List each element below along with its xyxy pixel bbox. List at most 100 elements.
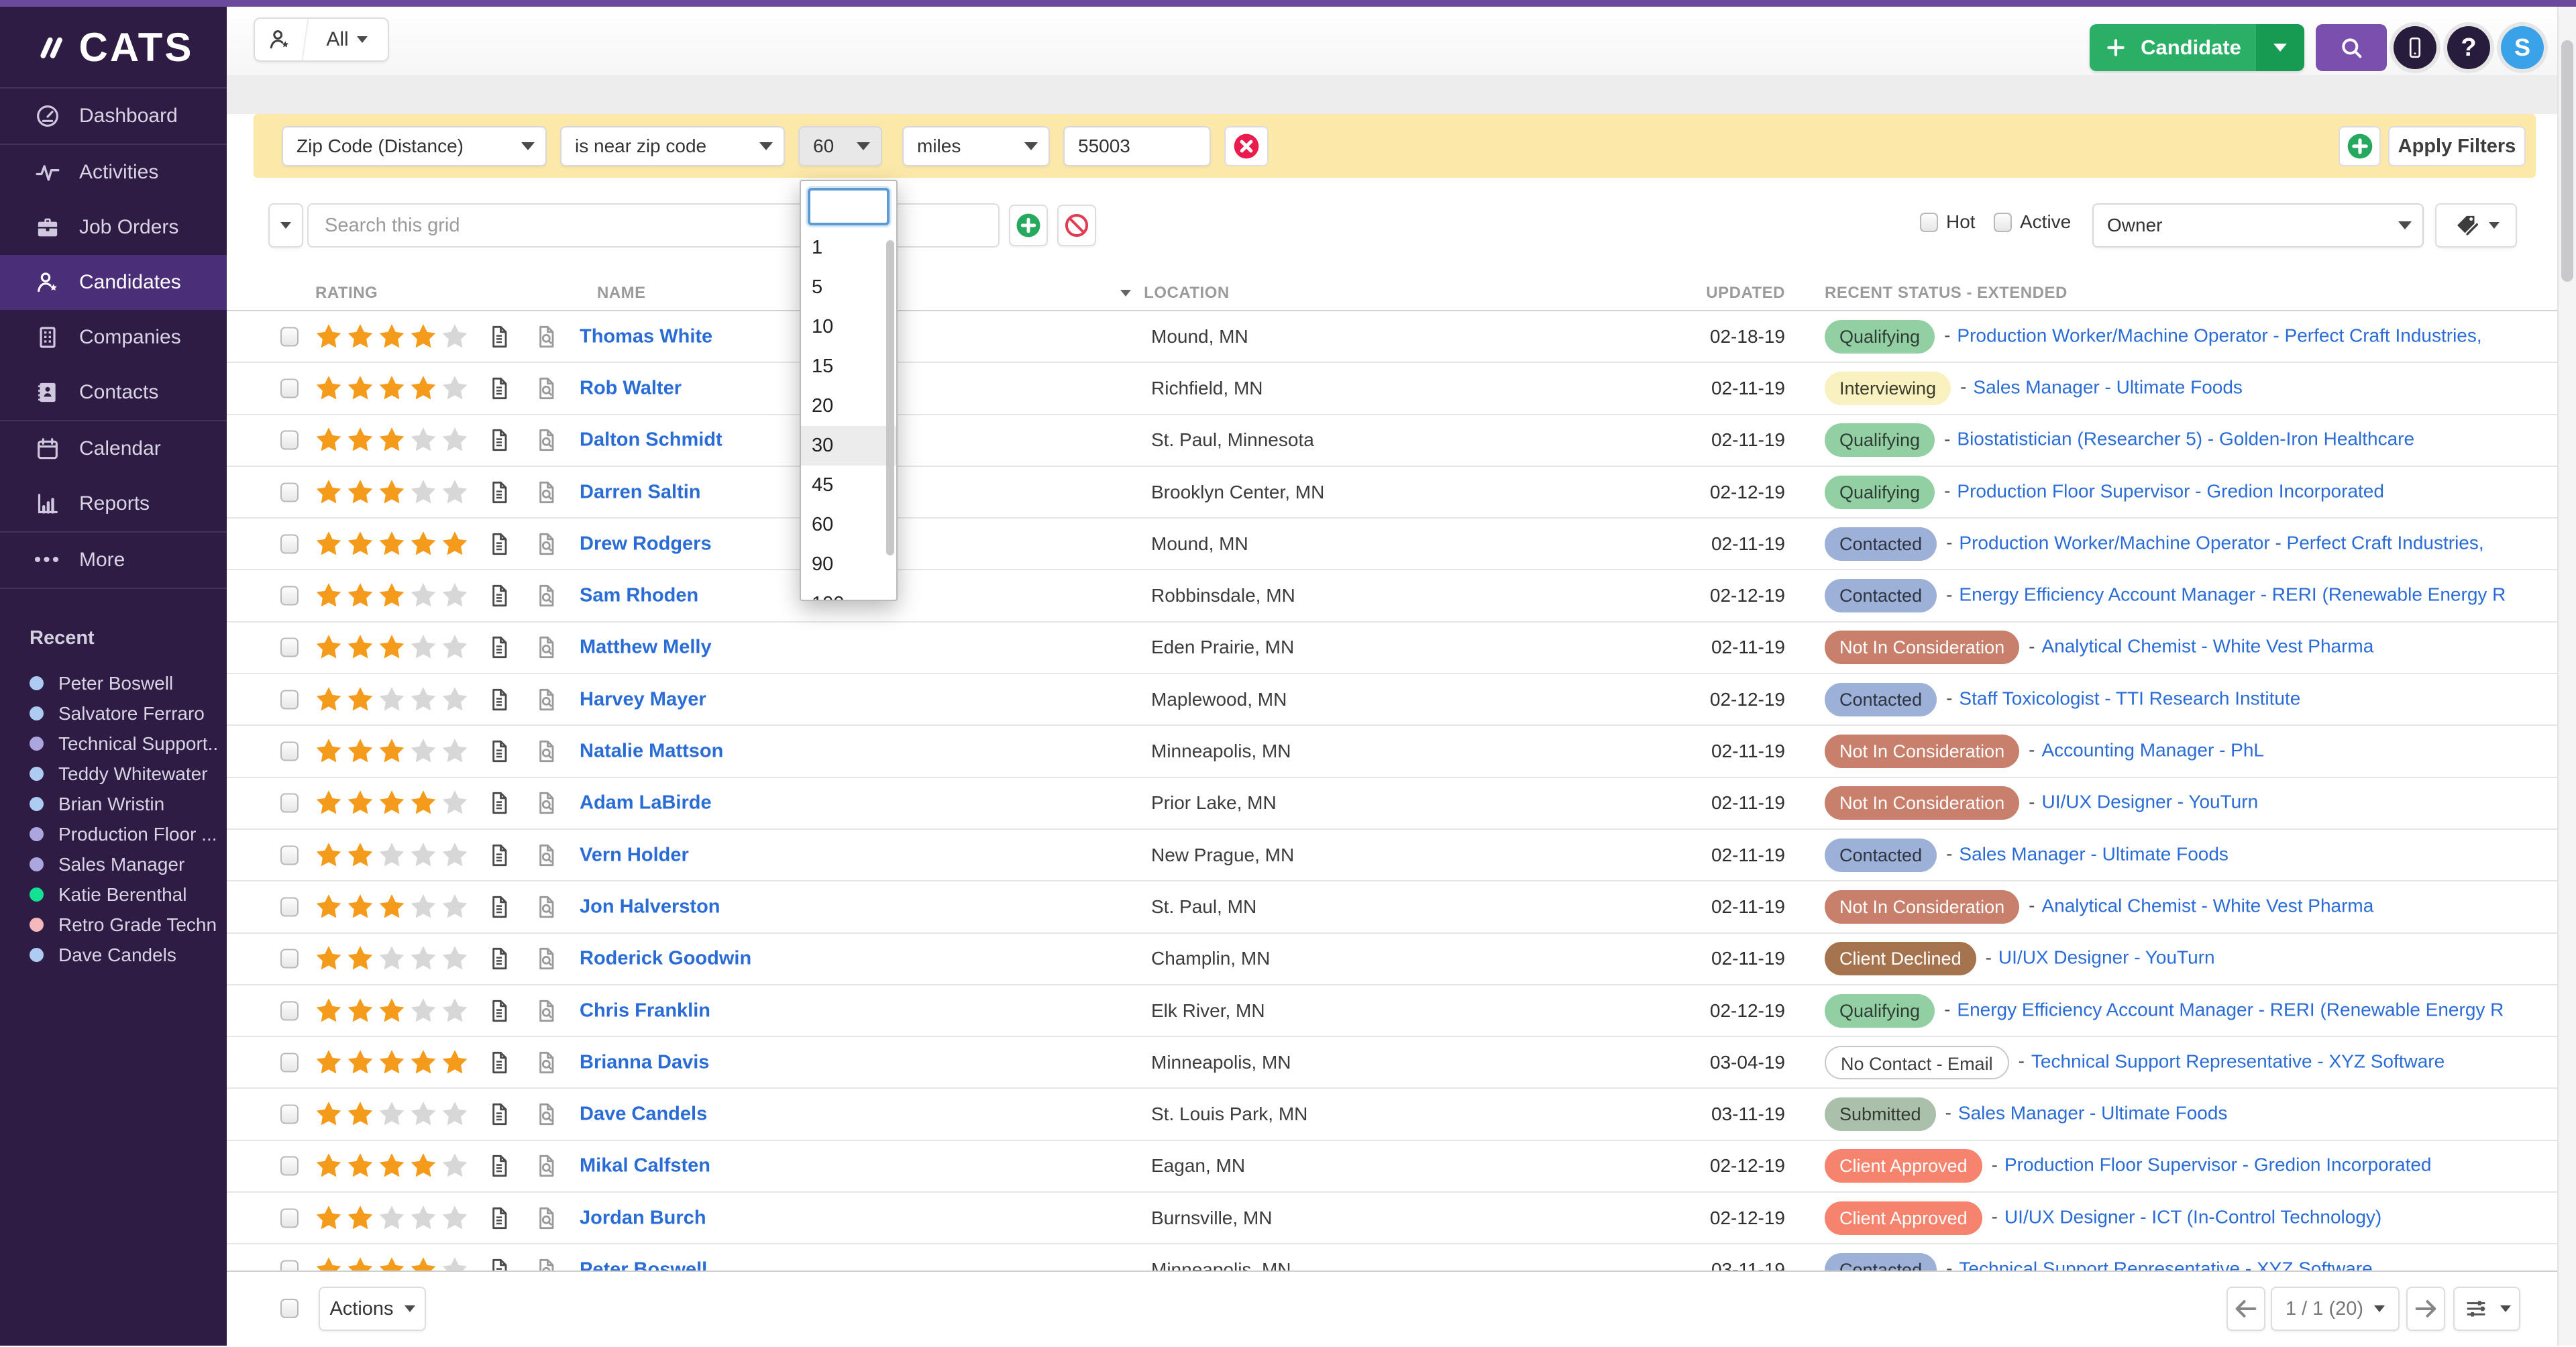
column-header-status[interactable]: RECENT STATUS - EXTENDED — [1825, 284, 2068, 303]
recent-item[interactable]: Production Floor ... — [30, 819, 217, 849]
resume-preview-icon[interactable] — [533, 842, 559, 869]
resume-preview-icon[interactable] — [533, 738, 559, 765]
recent-item[interactable]: Dave Candels — [30, 940, 217, 970]
pipeline-link[interactable]: Sales Manager - Ultimate Foods — [1958, 1102, 2228, 1123]
add-candidate-dropdown[interactable] — [2256, 24, 2304, 71]
distance-option-20[interactable]: 20 — [801, 386, 896, 426]
row-checkbox[interactable] — [280, 534, 299, 553]
page-indicator-dropdown[interactable]: 1 / 1 (20) — [2271, 1287, 2400, 1331]
rating-stars[interactable] — [314, 374, 470, 403]
hot-checkbox-box[interactable] — [1920, 213, 1938, 232]
resume-icon[interactable] — [486, 738, 513, 765]
row-checkbox[interactable] — [280, 431, 299, 450]
candidate-name-link[interactable]: Roderick Goodwin — [580, 948, 751, 970]
active-checkbox-box[interactable] — [1994, 213, 2012, 232]
sidebar-item-candidates[interactable]: Candidates — [0, 255, 227, 310]
column-header-rating[interactable]: RATING — [315, 284, 378, 303]
distance-option-30[interactable]: 30 — [801, 426, 896, 466]
resume-preview-icon[interactable] — [533, 479, 559, 506]
pipeline-link[interactable]: Production Worker/Machine Operator - Per… — [1957, 325, 2481, 345]
candidate-name-link[interactable]: Natalie Mattson — [580, 741, 723, 763]
mobile-app-button[interactable] — [2394, 26, 2436, 69]
recent-item[interactable]: Technical Support... — [30, 729, 217, 759]
recent-item[interactable]: Peter Boswell — [30, 668, 217, 698]
candidate-name-link[interactable]: Vern Holder — [580, 844, 689, 866]
pipeline-link[interactable]: Production Worker/Machine Operator - Per… — [1959, 532, 2483, 553]
previous-page-button[interactable] — [2226, 1287, 2265, 1331]
pipeline-link[interactable]: Analytical Chemist - White Vest Pharma — [2041, 636, 2373, 657]
candidate-name-link[interactable]: Drew Rodgers — [580, 533, 712, 555]
recent-item[interactable]: Sales Manager — [30, 849, 217, 879]
resume-preview-icon[interactable] — [533, 582, 559, 609]
rating-stars[interactable] — [314, 529, 470, 559]
row-checkbox[interactable] — [280, 482, 299, 502]
dropdown-scrollbar-thumb[interactable] — [886, 240, 894, 555]
candidate-name-link[interactable]: Dalton Schmidt — [580, 429, 722, 451]
pipeline-link[interactable]: UI/UX Designer - ICT (In-Control Technol… — [2004, 1206, 2381, 1227]
grid-clear-search-button[interactable] — [1057, 205, 1096, 246]
help-button[interactable]: ? — [2447, 26, 2490, 69]
candidate-name-link[interactable]: Chris Franklin — [580, 1000, 710, 1022]
candidate-name-link[interactable]: Darren Saltin — [580, 481, 701, 503]
hot-filter-checkbox[interactable]: Hot — [1920, 211, 1976, 233]
resume-preview-icon[interactable] — [533, 1205, 559, 1232]
distance-option-90[interactable]: 90 — [801, 545, 896, 584]
pipeline-link[interactable]: Accounting Manager - PhL — [2041, 739, 2264, 760]
resume-preview-icon[interactable] — [533, 1152, 559, 1179]
recent-item[interactable]: Katie Berenthal — [30, 879, 217, 910]
row-checkbox[interactable] — [280, 690, 299, 709]
row-checkbox[interactable] — [280, 378, 299, 398]
pipeline-link[interactable]: Biostatistician (Researcher 5) - Golden-… — [1957, 429, 2414, 449]
row-checkbox[interactable] — [280, 1053, 299, 1072]
select-all-checkbox[interactable] — [280, 1299, 299, 1318]
actions-button[interactable]: Actions — [319, 1287, 426, 1331]
row-checkbox[interactable] — [280, 1001, 299, 1020]
app-logo[interactable]: CATS — [0, 7, 227, 87]
recent-item[interactable]: Retro Grade Techn... — [30, 910, 217, 940]
pipeline-link[interactable]: Analytical Chemist - White Vest Pharma — [2041, 895, 2373, 916]
row-checkbox[interactable] — [280, 586, 299, 606]
distance-option-60[interactable]: 60 — [801, 505, 896, 545]
candidate-name-link[interactable]: Harvey Mayer — [580, 688, 706, 710]
active-filter-checkbox[interactable]: Active — [1994, 211, 2071, 233]
rating-stars[interactable] — [314, 996, 470, 1026]
pipeline-link[interactable]: Staff Toxicologist - TTI Research Instit… — [1959, 688, 2300, 708]
resume-icon[interactable] — [486, 686, 513, 713]
row-checkbox[interactable] — [280, 1208, 299, 1228]
resume-icon[interactable] — [486, 842, 513, 869]
pipeline-link[interactable]: UI/UX Designer - YouTurn — [2041, 792, 2258, 812]
grid-add-search-button[interactable] — [1009, 205, 1048, 246]
candidate-name-link[interactable]: Mikal Calfsten — [580, 1155, 710, 1177]
filter-operator-select[interactable]: is near zip code — [560, 126, 785, 166]
distance-option-5[interactable]: 5 — [801, 268, 896, 307]
sidebar-item-more[interactable]: •••More — [0, 533, 227, 588]
grid-vertical-scrollbar[interactable] — [2557, 7, 2576, 1346]
resume-icon[interactable] — [486, 1049, 513, 1076]
sidebar-item-reports[interactable]: Reports — [0, 476, 227, 531]
distance-option-10[interactable]: 10 — [801, 307, 896, 347]
rating-stars[interactable] — [314, 737, 470, 766]
distance-option-1[interactable]: 1 — [801, 228, 896, 268]
candidate-name-link[interactable]: Rob Walter — [580, 377, 682, 399]
row-checkbox[interactable] — [280, 638, 299, 657]
filter-distance-select[interactable]: 60 — [798, 126, 882, 166]
resume-icon[interactable] — [486, 1101, 513, 1128]
module-scope-dropdown[interactable]: All — [254, 17, 389, 62]
sidebar-item-companies[interactable]: Companies — [0, 310, 227, 365]
filter-field-select[interactable]: Zip Code (Distance) — [282, 126, 547, 166]
candidate-name-link[interactable]: Jon Halverston — [580, 896, 720, 918]
resume-preview-icon[interactable] — [533, 634, 559, 661]
resume-icon[interactable] — [486, 894, 513, 920]
candidate-name-link[interactable]: Adam LaBirde — [580, 792, 712, 814]
rating-stars[interactable] — [314, 841, 470, 870]
resume-preview-icon[interactable] — [533, 375, 559, 402]
candidate-name-link[interactable]: Brianna Davis — [580, 1051, 709, 1073]
candidate-name-link[interactable]: Matthew Melly — [580, 637, 712, 659]
add-candidate-button[interactable]: Candidate — [2090, 24, 2304, 71]
sidebar-item-contacts[interactable]: Contacts — [0, 365, 227, 420]
rating-stars[interactable] — [314, 478, 470, 507]
filter-zip-input[interactable]: 55003 — [1063, 126, 1211, 166]
distance-dropdown-search-input[interactable] — [808, 188, 890, 225]
user-avatar[interactable]: S — [2501, 26, 2544, 69]
rating-stars[interactable] — [314, 685, 470, 714]
